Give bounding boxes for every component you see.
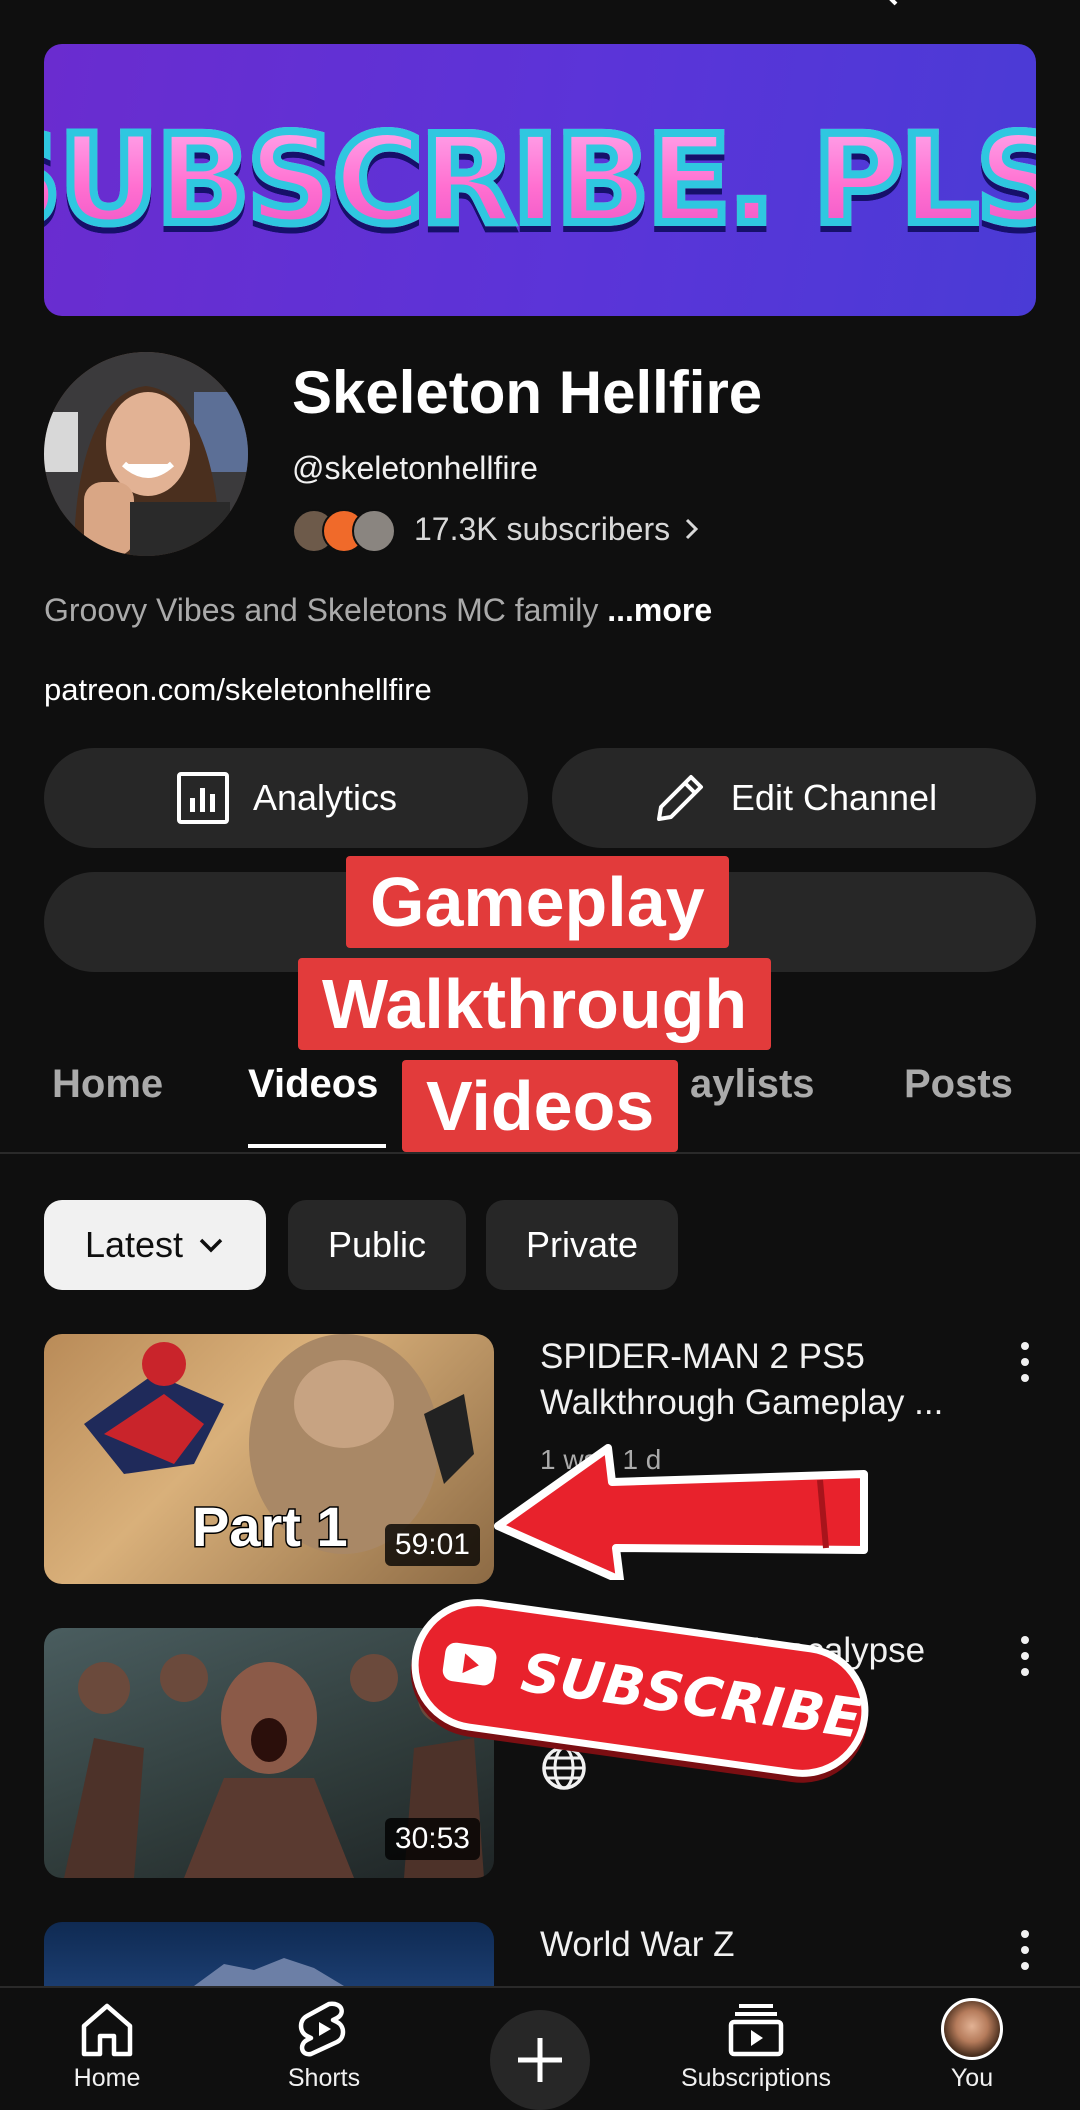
- subscribers-row[interactable]: 17.3K subscribers: [292, 506, 700, 553]
- video-title[interactable]: SPIDER-MAN 2 PS5 Walkthrough Gameplay ..…: [540, 1334, 1000, 1426]
- channel-handle: @skeletonhellfire: [292, 450, 538, 486]
- pencil-icon: [656, 775, 703, 821]
- video-duration: 59:01: [384, 1524, 480, 1566]
- nav-you[interactable]: You: [930, 1998, 1014, 2093]
- edit-channel-label: Edit Channel: [730, 777, 938, 818]
- analytics-button[interactable]: Analytics: [44, 748, 528, 848]
- analytics-label: Analytics: [252, 777, 398, 818]
- channel-description[interactable]: Groovy Vibes and Skeletons MC family ...…: [44, 592, 712, 629]
- more-options-icon[interactable]: [1018, 1636, 1032, 1676]
- home-icon: [81, 2003, 133, 2057]
- subscriptions-icon: [728, 2004, 784, 2057]
- channel-name: Skeleton Hellfire: [292, 359, 763, 426]
- bottom-navigation: Home Shorts Subscriptions You: [0, 1986, 1080, 2110]
- nav-home[interactable]: Home: [60, 1998, 154, 2093]
- youtube-play-icon: [442, 1642, 497, 1686]
- tab-playlists[interactable]: aylists: [690, 1062, 815, 1107]
- chip-public-label: Public: [327, 1224, 427, 1265]
- analytics-icon: [176, 772, 229, 824]
- banner-text: SUBSCRIBE. PLS.: [44, 105, 1036, 255]
- chevron-down-icon: [199, 1238, 223, 1253]
- more-options-icon[interactable]: [1018, 1930, 1032, 1970]
- chip-latest[interactable]: Latest: [44, 1200, 266, 1290]
- overlay-caption-line: Gameplay: [346, 856, 729, 948]
- plus-icon: [518, 2038, 562, 2082]
- tab-videos[interactable]: Videos: [248, 1062, 378, 1107]
- chip-latest-label: Latest: [84, 1224, 184, 1265]
- nav-home-label: Home: [73, 2064, 141, 2092]
- overlay-caption-line: Walkthrough: [298, 958, 772, 1050]
- video-thumbnail[interactable]: Part 1 59:01: [44, 1334, 494, 1584]
- chevron-right-icon: [686, 518, 699, 540]
- channel-banner: SUBSCRIBE. PLS.: [44, 44, 1036, 316]
- chip-private-label: Private: [525, 1224, 639, 1265]
- subscriber-count: 17.3K subscribers: [414, 510, 671, 547]
- nav-shorts-label: Shorts: [287, 2064, 361, 2092]
- video-title[interactable]: World War Z: [540, 1922, 1000, 1968]
- world-war-z-thumbnail-art: [194, 1958, 344, 1986]
- description-text: Groovy Vibes and Skeletons MC family: [44, 592, 608, 628]
- part-badge: Part 1: [191, 1494, 350, 1560]
- search-icon[interactable]: [860, 0, 900, 8]
- subscriber-avatars: [292, 506, 400, 553]
- nav-shorts[interactable]: Shorts: [270, 1998, 378, 2093]
- tab-home[interactable]: Home: [52, 1062, 163, 1107]
- tab-posts[interactable]: Posts: [904, 1062, 1013, 1107]
- subscriber-avatar: [352, 509, 396, 553]
- subscribe-sticker-text: SUBSCRIBE: [517, 1640, 866, 1751]
- overlay-caption-line: Videos: [402, 1060, 679, 1152]
- back-arrow-icon[interactable]: [50, 0, 90, 8]
- active-tab-indicator: [248, 1144, 386, 1148]
- nav-subscriptions-label: Subscriptions: [680, 2064, 832, 2092]
- channel-link[interactable]: patreon.com/skeletonhellfire: [44, 672, 432, 708]
- edit-channel-button[interactable]: Edit Channel: [552, 748, 1036, 848]
- red-arrow-sticker: [494, 1444, 868, 1580]
- create-button[interactable]: [490, 2010, 590, 2110]
- chip-public[interactable]: Public: [288, 1200, 466, 1290]
- chip-private[interactable]: Private: [486, 1200, 678, 1290]
- shorts-icon: [298, 2001, 346, 2057]
- nav-subscriptions[interactable]: Subscriptions: [664, 1998, 848, 2093]
- video-duration: 30:53: [384, 1818, 480, 1860]
- more-options-icon[interactable]: [1018, 1342, 1032, 1382]
- globe-icon: [542, 1746, 586, 1790]
- channel-avatar[interactable]: [44, 352, 248, 556]
- nav-you-label: You: [950, 2064, 994, 2092]
- you-avatar: [941, 1998, 1003, 2060]
- more-link[interactable]: ...more: [607, 592, 712, 628]
- video-thumbnail[interactable]: [44, 1922, 494, 1986]
- tabs-divider: [0, 1152, 1080, 1154]
